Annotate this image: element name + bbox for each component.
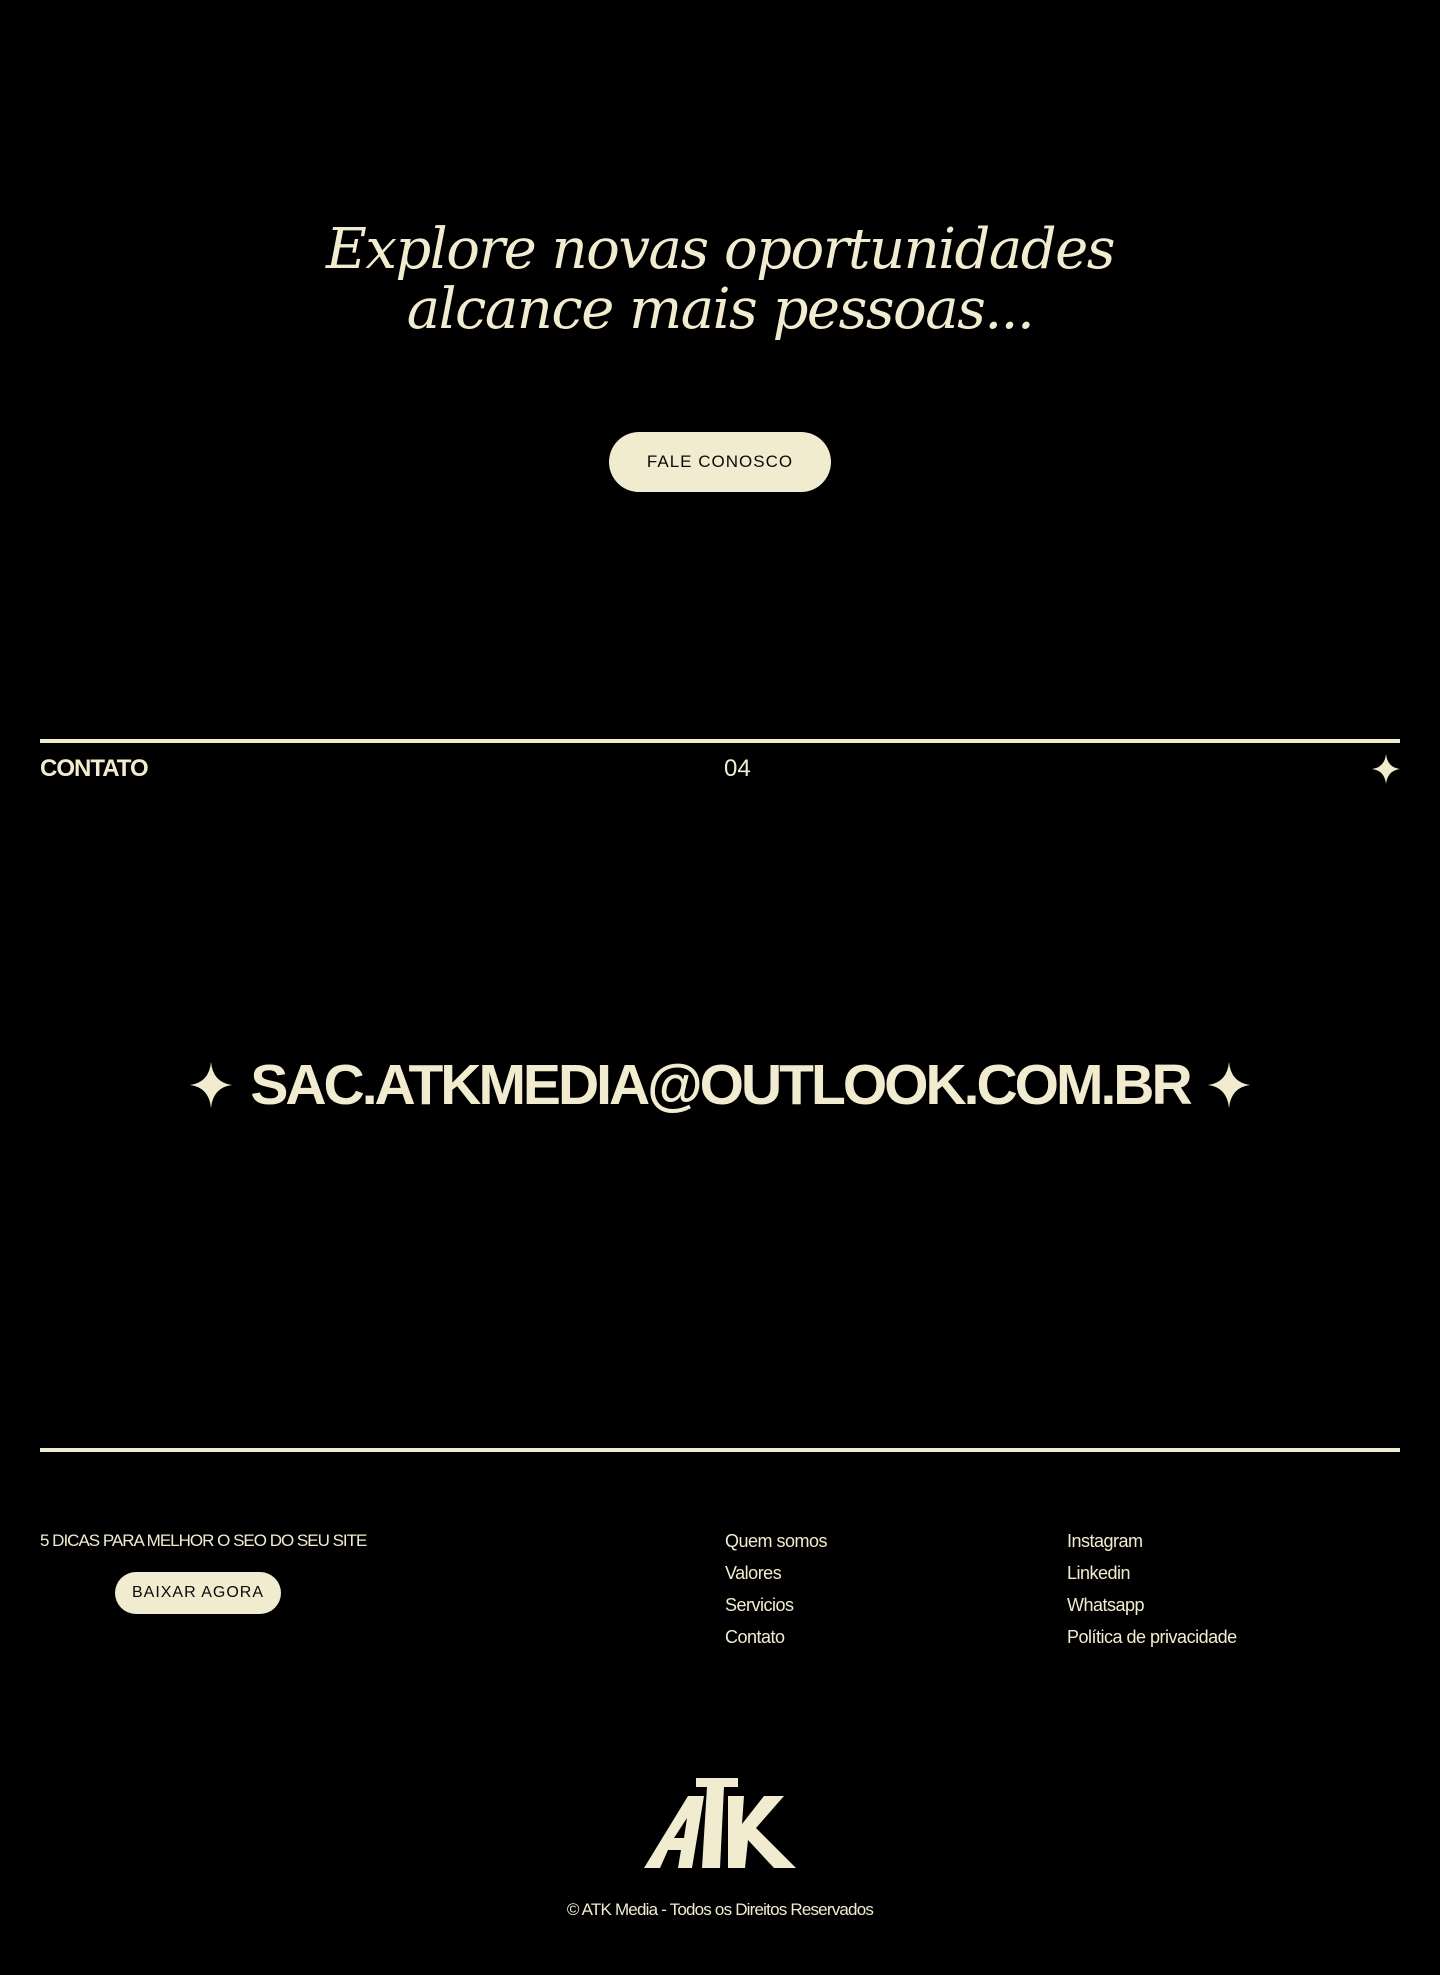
- footer-social-links: Instagram Linkedin Whatsapp Política de …: [1067, 1530, 1237, 1658]
- footer-nav-item: Quem somos: [725, 1530, 828, 1562]
- section-divider-bottom: [40, 1448, 1400, 1452]
- footer-nav-item: Servicios: [725, 1594, 827, 1626]
- section-divider-top: [40, 739, 1400, 743]
- footer-link-linkedin[interactable]: Linkedin: [1067, 1563, 1131, 1583]
- contact-email-link[interactable]: SAC.ATKMEDIA@OUTLOOK.COM.BR: [250, 1052, 1192, 1118]
- footer-nav-item: Contato: [725, 1626, 827, 1658]
- footer-link-privacy-policy[interactable]: Política de privacidade: [1067, 1627, 1237, 1647]
- sparkle-icon: [1372, 754, 1400, 784]
- section-number: 04: [724, 755, 751, 782]
- atk-logo[interactable]: [644, 1778, 796, 1868]
- footer-link-quem-somos[interactable]: Quem somos: [725, 1531, 828, 1551]
- footer-social-item: Instagram: [1067, 1530, 1237, 1562]
- footer-link-servicios[interactable]: Servicios: [725, 1595, 794, 1615]
- footer-promo-text: 5 DICAS PARA MELHOR O SEO DO SEU SITE: [40, 1531, 367, 1550]
- footer-nav-links: Quem somos Valores Servicios Contato: [725, 1530, 828, 1658]
- download-now-button[interactable]: BAIXAR AGORA: [115, 1572, 281, 1614]
- sparkle-icon: [190, 1062, 233, 1108]
- hero-title-line-2: alcance mais pessoas...: [406, 277, 1035, 342]
- sparkle-icon: [1207, 1062, 1250, 1108]
- footer-social-item: Política de privacidade: [1067, 1626, 1237, 1658]
- footer-link-instagram[interactable]: Instagram: [1067, 1531, 1143, 1551]
- copyright-text: © ATK Media - Todos os Direitos Reservad…: [566, 1900, 874, 1919]
- footer-social-item: Whatsapp: [1067, 1594, 1237, 1626]
- hero-title: Explore novas oportunidades alcance mais…: [0, 220, 1440, 340]
- footer-link-whatsapp[interactable]: Whatsapp: [1067, 1595, 1145, 1615]
- footer-social-item: Linkedin: [1067, 1562, 1237, 1594]
- contact-us-button[interactable]: FALE CONOSCO: [609, 432, 831, 492]
- footer-nav-item: Valores: [725, 1562, 827, 1594]
- section-label: CONTATO: [40, 755, 149, 782]
- footer-link-contato[interactable]: Contato: [725, 1627, 785, 1647]
- hero-title-line-1: Explore novas oportunidades: [325, 217, 1116, 282]
- contact-email-row: SAC.ATKMEDIA@OUTLOOK.COM.BR: [0, 1045, 1440, 1125]
- footer-link-valores[interactable]: Valores: [725, 1563, 782, 1583]
